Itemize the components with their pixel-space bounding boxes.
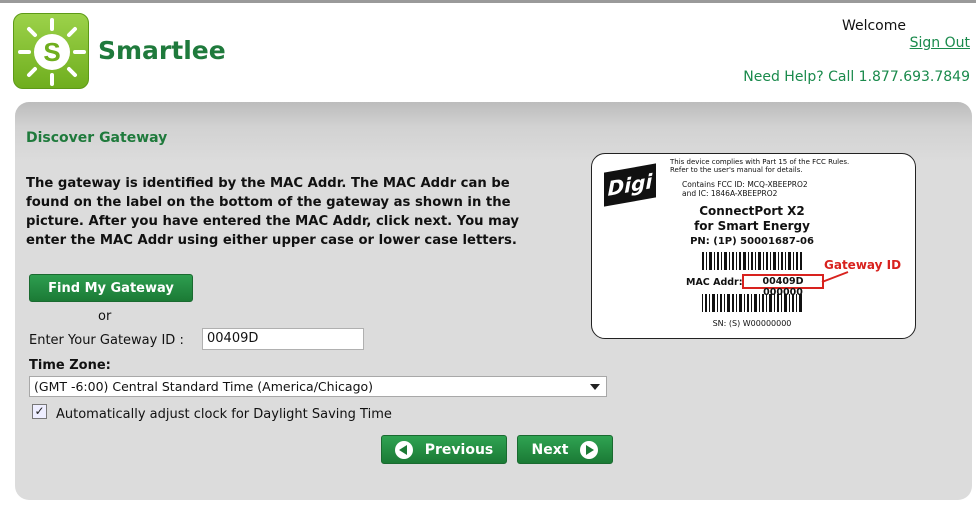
dropdown-arrow-icon xyxy=(590,384,600,390)
sun-s-icon: S xyxy=(18,18,86,86)
time-zone-label: Time Zone: xyxy=(29,358,111,373)
smartlee-logo: S xyxy=(13,13,89,89)
page-title: Discover Gateway xyxy=(26,130,168,146)
top-border xyxy=(0,0,976,3)
dst-checkbox-label: Automatically adjust clock for Daylight … xyxy=(56,407,392,422)
contains-line-2: and IC: 1846A-XBEEPRO2 xyxy=(682,189,778,198)
product-line-1: ConnectPort X2 xyxy=(699,204,805,218)
or-label: or xyxy=(98,309,112,324)
arrow-left-icon xyxy=(394,440,413,459)
product-line-2: for Smart Energy xyxy=(694,219,810,233)
next-button-label: Next xyxy=(531,441,569,458)
next-button[interactable]: Next xyxy=(517,435,613,464)
contains-ids: Contains FCC ID: MCQ-XBEEPRO2 and IC: 18… xyxy=(682,180,808,198)
find-my-gateway-button[interactable]: Find My Gateway xyxy=(29,274,193,302)
barcode-part-number xyxy=(702,252,802,270)
device-label-image: Digi This device complies with Part 15 o… xyxy=(591,153,916,339)
dst-checkbox[interactable]: ✓ xyxy=(32,404,47,419)
time-zone-selected-value: (GMT -6:00) Central Standard Time (Ameri… xyxy=(34,379,374,394)
sign-out-link[interactable]: Sign Out xyxy=(910,35,970,51)
contains-line-1: Contains FCC ID: MCQ-XBEEPRO2 xyxy=(682,180,808,189)
time-zone-select[interactable]: (GMT -6:00) Central Standard Time (Ameri… xyxy=(29,376,607,397)
gateway-id-label: Enter Your Gateway ID : xyxy=(29,333,184,348)
instructions-text: The gateway is identified by the MAC Add… xyxy=(26,176,519,248)
gateway-id-input[interactable]: 00409D xyxy=(202,328,364,350)
mac-addr-label: MAC Addr: xyxy=(686,277,743,288)
welcome-text: Welcome xyxy=(841,18,906,34)
fcc-notice: This device complies with Part 15 of the… xyxy=(670,158,850,174)
callout-line xyxy=(821,271,849,283)
product-name: ConnectPort X2 for Smart Energy xyxy=(662,204,842,234)
brand-name: Smartlee xyxy=(98,36,226,65)
mac-addr-highlight: 00409D 000000 xyxy=(742,274,824,298)
digi-logo: Digi xyxy=(604,163,656,207)
previous-button[interactable]: Previous xyxy=(381,435,507,464)
serial-number: SN: (S) W00000000 xyxy=(712,319,792,328)
part-number: PN: (1P) 50001687-06 xyxy=(690,236,814,247)
svg-text:S: S xyxy=(43,37,60,67)
previous-button-label: Previous xyxy=(424,441,494,458)
barcode-mac xyxy=(702,294,802,312)
help-phone-text: Need Help? Call 1.877.693.7849 xyxy=(743,69,970,85)
arrow-right-icon xyxy=(580,440,599,459)
discover-gateway-panel: Discover Gateway The gateway is identifi… xyxy=(15,102,972,500)
